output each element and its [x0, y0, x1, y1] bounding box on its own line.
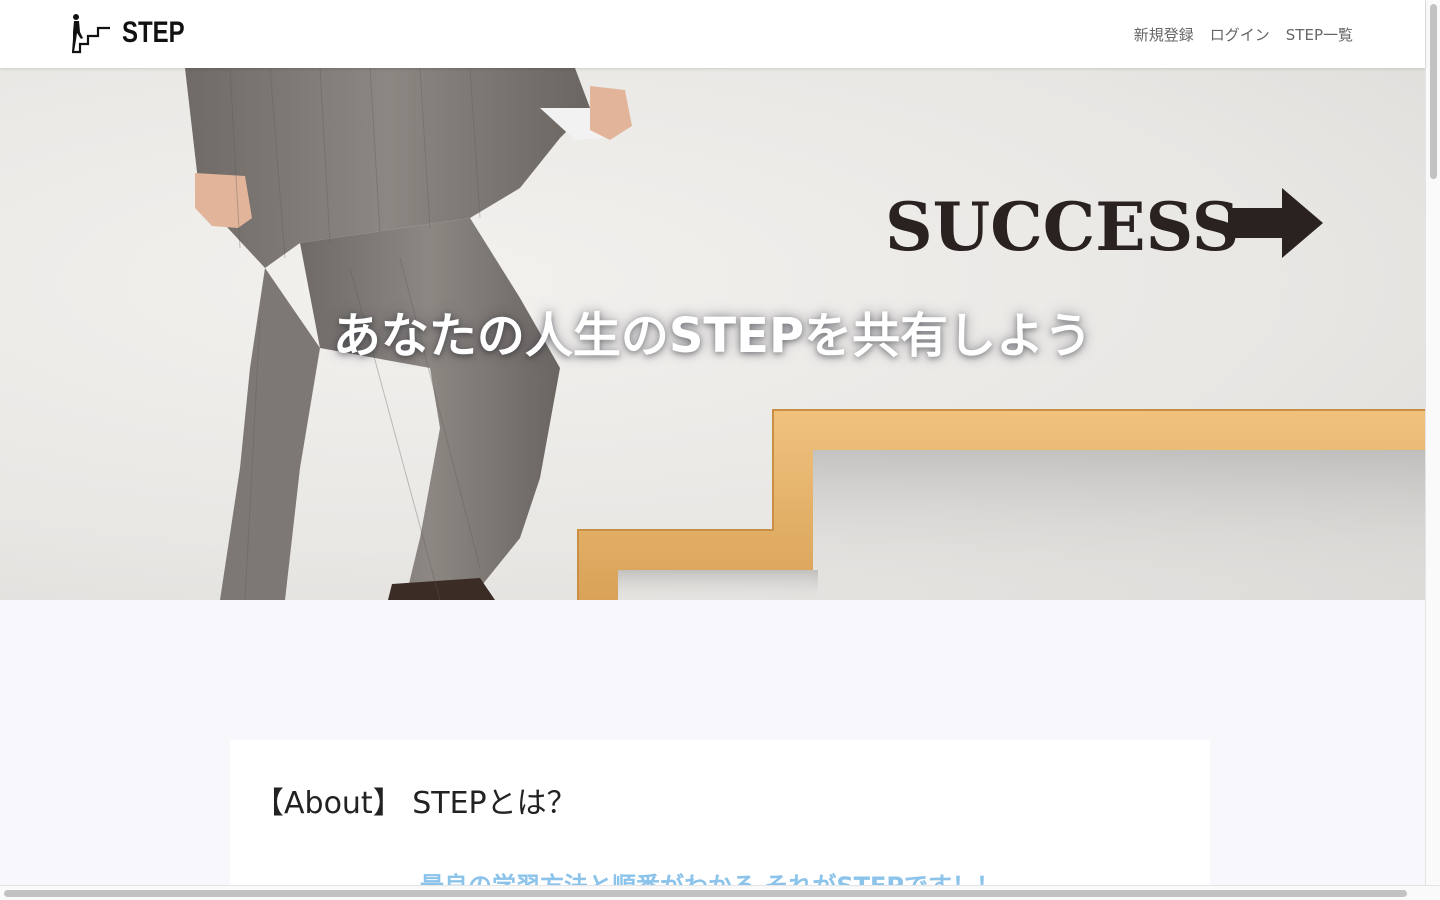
- horizontal-scroll-thumb[interactable]: [4, 890, 1407, 897]
- site-header: STEP 新規登録 ログイン STEP一覧: [0, 0, 1425, 68]
- stairs-climber-icon: [72, 14, 110, 54]
- nav-login[interactable]: ログイン: [1210, 24, 1270, 45]
- about-card: 【About】 STEPとは？ 最良の学習方法と順番がわかる それがSTEPです…: [230, 740, 1210, 900]
- nav-signup[interactable]: 新規登録: [1134, 24, 1194, 45]
- nav-step-list[interactable]: STEP一覧: [1286, 24, 1353, 45]
- hero-title: あなたの人生のSTEPを共有しよう: [332, 308, 1093, 364]
- logo-text: STEP: [122, 16, 185, 49]
- arrow-right-icon: [1228, 188, 1323, 258]
- about-title: 【About】 STEPとは？: [254, 786, 577, 821]
- vertical-scroll-thumb[interactable]: [1430, 4, 1437, 179]
- logo[interactable]: STEP: [70, 12, 200, 54]
- hero-banner: SUCCESS あなたの人生のSTEPを共有しよう: [0, 68, 1425, 600]
- vertical-scrollbar[interactable]: [1425, 0, 1440, 885]
- main-nav: 新規登録 ログイン STEP一覧: [1118, 0, 1353, 68]
- horizontal-scrollbar[interactable]: [0, 885, 1440, 900]
- success-sign-text: SUCCESS: [885, 188, 1239, 266]
